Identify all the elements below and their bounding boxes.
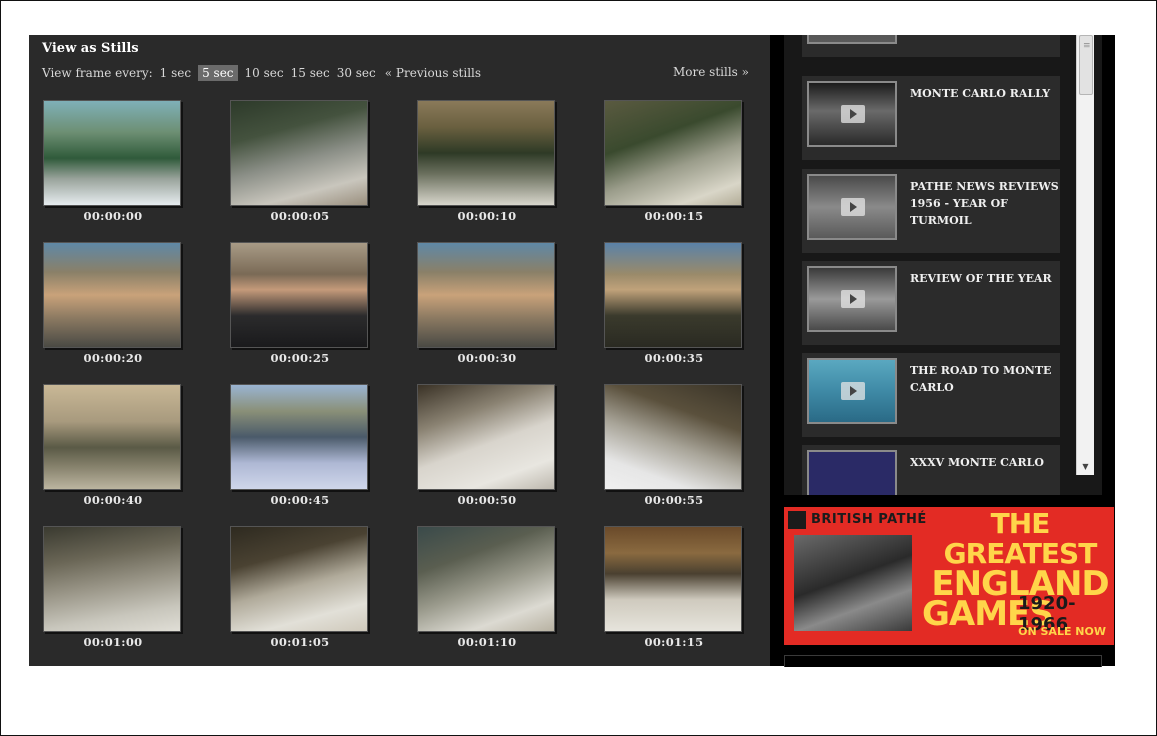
still-frame[interactable]: 00:00:05 [230,100,370,232]
interval-15-sec[interactable]: 15 sec [291,66,330,80]
related-title[interactable]: PATHE NEWS REVIEWS 1956 - YEAR OF TURMOI… [910,178,1060,229]
still-thumbnail[interactable] [604,384,742,490]
related-item[interactable]: MONTE CARLO RALLY [802,76,1060,160]
still-timecode: 00:00:45 [270,493,330,507]
ad-brand: BRITISH PATHÉ [811,512,927,527]
related-thumbnail[interactable] [807,35,897,44]
still-thumbnail[interactable] [43,384,181,490]
still-timecode: 00:00:50 [457,493,517,507]
still-timecode: 00:00:55 [644,493,704,507]
still-thumbnail[interactable] [43,100,181,206]
more-stills-link[interactable]: More stills » [673,65,749,79]
still-timecode: 00:01:10 [457,635,517,649]
still-frame[interactable]: 00:00:25 [230,242,370,374]
related-title[interactable]: THE ROAD TO MONTE CARLO [910,362,1060,396]
still-timecode: 00:00:00 [83,209,143,223]
still-frame[interactable]: 00:01:10 [417,526,557,658]
related-title[interactable]: REVIEW OF THE YEAR [910,270,1060,287]
ad-headline-line-1: THE GREATEST [943,507,1098,570]
interval-10-sec[interactable]: 10 sec [245,66,284,80]
still-frame[interactable]: 00:00:50 [417,384,557,516]
still-thumbnail[interactable] [417,242,555,348]
still-thumbnail[interactable] [230,526,368,632]
still-frame[interactable]: 00:00:30 [417,242,557,374]
previous-stills-link[interactable]: « Previous stills [385,66,481,80]
still-frame[interactable]: 00:00:55 [604,384,744,516]
still-frame[interactable]: 00:00:00 [43,100,183,232]
still-timecode: 00:00:05 [270,209,330,223]
interval-1-sec[interactable]: 1 sec [160,66,191,80]
stills-grid: 00:00:00 00:00:05 00:00:10 00:00:15 00:0… [43,100,743,660]
right-column: MONTE CARLO RALLY PATHE NEWS REVIEWS 195… [770,35,1115,667]
related-thumbnail[interactable] [807,266,897,332]
still-thumbnail[interactable] [230,242,368,348]
still-timecode: 00:01:15 [644,635,704,649]
related-item[interactable]: XXXV MONTE CARLO [802,445,1060,495]
still-timecode: 00:00:20 [83,351,143,365]
still-timecode: 00:01:05 [270,635,330,649]
related-scrollbar[interactable]: ≡ ▼ [1076,35,1094,475]
pathe-rooster-logo-icon [788,511,806,529]
scrollbar-thumb[interactable]: ≡ [1079,35,1093,95]
related-item[interactable]: REVIEW OF THE YEAR [802,261,1060,345]
still-timecode: 00:00:40 [83,493,143,507]
interval-label: View frame every: [42,66,153,80]
play-icon[interactable] [841,290,865,308]
still-thumbnail[interactable] [43,526,181,632]
still-frame[interactable]: 00:00:45 [230,384,370,516]
scroll-down-arrow-icon[interactable]: ▼ [1077,459,1094,475]
still-frame[interactable]: 00:00:40 [43,384,183,516]
still-timecode: 00:00:35 [644,351,704,365]
related-title[interactable]: XXXV MONTE CARLO [910,454,1060,471]
still-thumbnail[interactable] [604,100,742,206]
related-title[interactable]: MONTE CARLO RALLY [910,85,1060,102]
still-thumbnail[interactable] [604,526,742,632]
interval-controls: View frame every: 1 sec 5 sec 10 sec 15 … [42,65,481,81]
play-icon[interactable] [841,382,865,400]
related-films-list[interactable]: MONTE CARLO RALLY PATHE NEWS REVIEWS 195… [784,35,1102,495]
stills-panel: View as Stills View frame every: 1 sec 5… [29,35,770,666]
still-frame[interactable]: 00:01:15 [604,526,744,658]
stills-title: View as Stills [42,41,139,56]
interval-30-sec[interactable]: 30 sec [337,66,376,80]
related-item[interactable]: PATHE NEWS REVIEWS 1956 - YEAR OF TURMOI… [802,169,1060,253]
still-timecode: 00:00:10 [457,209,517,223]
ad-photo [794,535,912,631]
still-thumbnail[interactable] [230,100,368,206]
still-thumbnail[interactable] [417,384,555,490]
still-frame[interactable]: 00:01:05 [230,526,370,658]
play-icon[interactable] [841,105,865,123]
still-frame[interactable]: 00:00:10 [417,100,557,232]
related-item[interactable]: THE ROAD TO MONTE CARLO [802,353,1060,437]
still-timecode: 00:00:15 [644,209,704,223]
still-thumbnail[interactable] [604,242,742,348]
still-timecode: 00:00:25 [270,351,330,365]
still-thumbnail[interactable] [417,526,555,632]
still-thumbnail[interactable] [230,384,368,490]
still-frame[interactable]: 00:00:20 [43,242,183,374]
related-thumbnail[interactable] [807,174,897,240]
still-timecode: 00:00:30 [457,351,517,365]
ad-cta[interactable]: ON SALE NOW [1018,625,1106,638]
still-frame[interactable]: 00:00:15 [604,100,744,232]
still-frame[interactable]: 00:01:00 [43,526,183,658]
still-thumbnail[interactable] [43,242,181,348]
related-thumbnail[interactable] [807,358,897,424]
interval-5-sec[interactable]: 5 sec [198,65,238,81]
play-icon[interactable] [841,198,865,216]
still-frame[interactable]: 00:00:35 [604,242,744,374]
related-item[interactable] [802,35,1060,57]
grip-icon: ≡ [1083,41,1091,51]
below-ad-box [784,655,1102,667]
related-thumbnail[interactable] [807,81,897,147]
promo-banner[interactable]: BRITISH PATHÉ THE GREATEST ENGLAND GAMES… [784,507,1114,645]
related-thumbnail[interactable] [807,450,897,495]
still-thumbnail[interactable] [417,100,555,206]
still-timecode: 00:01:00 [83,635,143,649]
